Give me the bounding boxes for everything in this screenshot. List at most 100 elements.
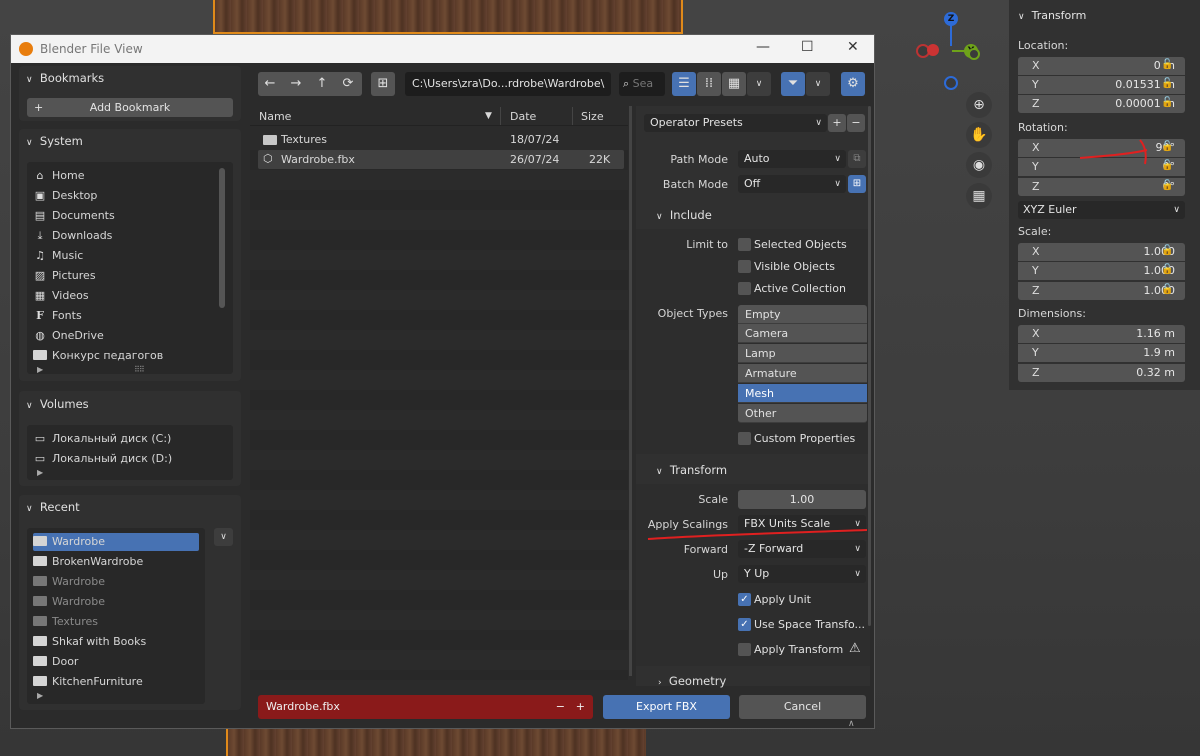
forward-select[interactable]: -Z Forward ∨ bbox=[738, 540, 866, 558]
visible-objects-checkbox[interactable] bbox=[738, 260, 751, 273]
chevron-right-icon[interactable]: ▶ bbox=[37, 691, 43, 700]
use-space-transform-checkbox[interactable]: ✓ bbox=[738, 618, 751, 631]
transform-section-header[interactable]: ∨ Transform bbox=[656, 463, 727, 477]
gizmo-neg-z-axis[interactable] bbox=[944, 76, 958, 90]
maximize-button[interactable]: ☐ bbox=[801, 39, 814, 55]
table-row[interactable]: ⬡ Wardrobe.fbx 26/07/24 22K bbox=[258, 150, 624, 169]
sidebar-item-documents[interactable]: ▤ Documents bbox=[33, 207, 201, 225]
add-preset-button[interactable]: + bbox=[828, 114, 846, 132]
filter-icon[interactable]: ⏷ bbox=[781, 72, 805, 96]
gizmo-neg-y-axis[interactable] bbox=[968, 48, 980, 60]
active-collection-checkbox[interactable] bbox=[738, 282, 751, 295]
selected-objects-checkbox[interactable] bbox=[738, 238, 751, 251]
recent-item[interactable]: BrokenWardrobe bbox=[33, 553, 201, 571]
back-arrow-icon[interactable]: ← bbox=[258, 72, 282, 96]
dimensions-x-field[interactable]: X 1.16 m bbox=[1018, 325, 1185, 343]
column-date[interactable]: Date bbox=[510, 110, 536, 123]
embed-textures-icon[interactable]: ⧉ bbox=[848, 150, 866, 168]
lock-icon[interactable]: 🔓 bbox=[1161, 160, 1175, 172]
cancel-button[interactable]: Cancel bbox=[739, 695, 866, 719]
add-bookmark-button[interactable]: + Add Bookmark bbox=[27, 98, 233, 117]
path-field[interactable]: C:\Users\zra\Do...rdrobe\Wardrobe\ bbox=[405, 72, 611, 96]
close-button[interactable]: ✕ bbox=[847, 39, 859, 55]
properties-scrollbar[interactable] bbox=[868, 106, 871, 626]
up-select[interactable]: Y Up ∨ bbox=[738, 565, 866, 583]
lock-icon[interactable]: 🔓 bbox=[1161, 180, 1175, 192]
object-type-other[interactable]: Other bbox=[738, 404, 867, 423]
sidebar-item-downloads[interactable]: ⤓ Downloads bbox=[33, 227, 201, 245]
custom-properties-checkbox[interactable] bbox=[738, 432, 751, 445]
custom-properties-label[interactable]: Custom Properties bbox=[754, 432, 855, 445]
lock-icon[interactable]: 🔓 bbox=[1161, 97, 1175, 109]
lock-icon[interactable]: 🔓 bbox=[1161, 245, 1175, 257]
use-space-transform-label[interactable]: Use Space Transfo... bbox=[754, 618, 865, 631]
recent-item[interactable]: Wardrobe bbox=[33, 533, 199, 551]
object-type-empty[interactable]: Empty bbox=[738, 305, 867, 324]
sidebar-item-onedrive[interactable]: ◍ OneDrive bbox=[33, 327, 201, 345]
recent-options-button[interactable]: ∨ bbox=[214, 528, 233, 546]
grid-perspective-icon[interactable]: ▦ bbox=[966, 183, 992, 209]
location-z-field[interactable]: Z 0.00001 m bbox=[1018, 95, 1185, 113]
horizontal-list-view-icon[interactable]: ⁞⁞ bbox=[697, 72, 721, 96]
camera-view-icon[interactable]: ◉ bbox=[966, 152, 992, 178]
file-list[interactable] bbox=[250, 130, 628, 680]
operator-presets-select[interactable]: Operator Presets ∨ bbox=[644, 114, 827, 132]
minimize-button[interactable]: — bbox=[756, 39, 770, 55]
sidebar-item-pictures[interactable]: ▨ Pictures bbox=[33, 267, 201, 285]
forward-arrow-icon[interactable]: → bbox=[284, 72, 308, 96]
recent-item[interactable]: Textures bbox=[33, 613, 201, 631]
resize-grip-icon[interactable]: ⠿⠿ bbox=[134, 365, 145, 374]
bookmarks-header[interactable]: ∨ Bookmarks bbox=[26, 71, 104, 85]
visible-objects-label[interactable]: Visible Objects bbox=[754, 260, 835, 273]
object-type-camera[interactable]: Camera bbox=[738, 324, 867, 343]
refresh-icon[interactable]: ⟳ bbox=[336, 72, 360, 96]
zoom-icon[interactable]: ⊕ bbox=[966, 92, 992, 118]
vertical-list-view-icon[interactable]: ☰ bbox=[672, 72, 696, 96]
sidebar-item-folder[interactable]: Конкурс педагогов bbox=[33, 347, 201, 365]
recent-item[interactable]: Door bbox=[33, 653, 201, 671]
sidebar-item-music[interactable]: ♫ Music bbox=[33, 247, 201, 265]
lock-icon[interactable]: 🔓 bbox=[1161, 141, 1175, 153]
batch-mode-select[interactable]: Off ∨ bbox=[738, 175, 846, 193]
chevron-right-icon[interactable]: ▶ bbox=[37, 468, 43, 477]
scale-x-field[interactable]: X 1.000 bbox=[1018, 243, 1185, 261]
remove-preset-button[interactable]: − bbox=[847, 114, 865, 132]
geometry-section-header[interactable]: › Geometry bbox=[658, 674, 726, 688]
rotation-mode-select[interactable]: XYZ Euler ∨ bbox=[1018, 201, 1185, 219]
decrement-icon[interactable]: − bbox=[556, 695, 565, 719]
gear-icon[interactable]: ⚙ bbox=[841, 72, 865, 96]
active-collection-label[interactable]: Active Collection bbox=[754, 282, 846, 295]
apply-unit-checkbox[interactable]: ✓ bbox=[738, 593, 751, 606]
file-list-scrollbar[interactable] bbox=[629, 106, 632, 676]
sidebar-item-desktop[interactable]: ▣ Desktop bbox=[33, 187, 201, 205]
dimensions-y-field[interactable]: Y 1.9 m bbox=[1018, 344, 1185, 362]
chevron-right-icon[interactable]: ▶ bbox=[37, 365, 43, 374]
volume-item-d[interactable]: ▭ Локальный диск (D:) bbox=[33, 450, 201, 468]
increment-icon[interactable]: + bbox=[576, 695, 585, 719]
batch-own-dir-icon[interactable]: ⊞ bbox=[848, 175, 866, 193]
chevron-up-icon[interactable]: ∧ bbox=[848, 719, 855, 729]
lock-icon[interactable]: 🔓 bbox=[1161, 264, 1175, 276]
sidebar-item-home[interactable]: ⌂ Home bbox=[33, 167, 201, 185]
search-field[interactable]: ⌕ Sea bbox=[619, 72, 665, 96]
object-type-mesh[interactable]: Mesh bbox=[738, 384, 867, 403]
scale-z-field[interactable]: Z 1.000 bbox=[1018, 282, 1185, 300]
export-fbx-button[interactable]: Export FBX bbox=[603, 695, 730, 719]
sort-descending-icon[interactable]: ▼ bbox=[485, 111, 492, 121]
selected-objects-label[interactable]: Selected Objects bbox=[754, 238, 847, 251]
navigation-gizmo[interactable]: Z Y bbox=[912, 8, 992, 98]
apply-transform-checkbox[interactable] bbox=[738, 643, 751, 656]
recent-item[interactable]: Wardrobe bbox=[33, 573, 201, 591]
volume-item-c[interactable]: ▭ Локальный диск (C:) bbox=[33, 430, 201, 448]
transform-panel-header[interactable]: ∨ Transform bbox=[1018, 9, 1086, 22]
new-folder-icon[interactable]: ⊞ bbox=[371, 72, 395, 96]
recent-item[interactable]: Wardrobe bbox=[33, 593, 201, 611]
location-y-field[interactable]: Y 0.01531 m bbox=[1018, 76, 1185, 94]
column-size[interactable]: Size bbox=[581, 110, 604, 123]
lock-icon[interactable]: 🔓 bbox=[1161, 284, 1175, 296]
system-scrollbar[interactable] bbox=[219, 168, 225, 308]
scale-field[interactable]: 1.00 bbox=[738, 490, 866, 509]
pan-hand-icon[interactable]: ✋ bbox=[966, 122, 992, 148]
volumes-header[interactable]: ∨ Volumes bbox=[26, 397, 89, 411]
recent-item[interactable]: Shkaf with Books bbox=[33, 633, 201, 651]
